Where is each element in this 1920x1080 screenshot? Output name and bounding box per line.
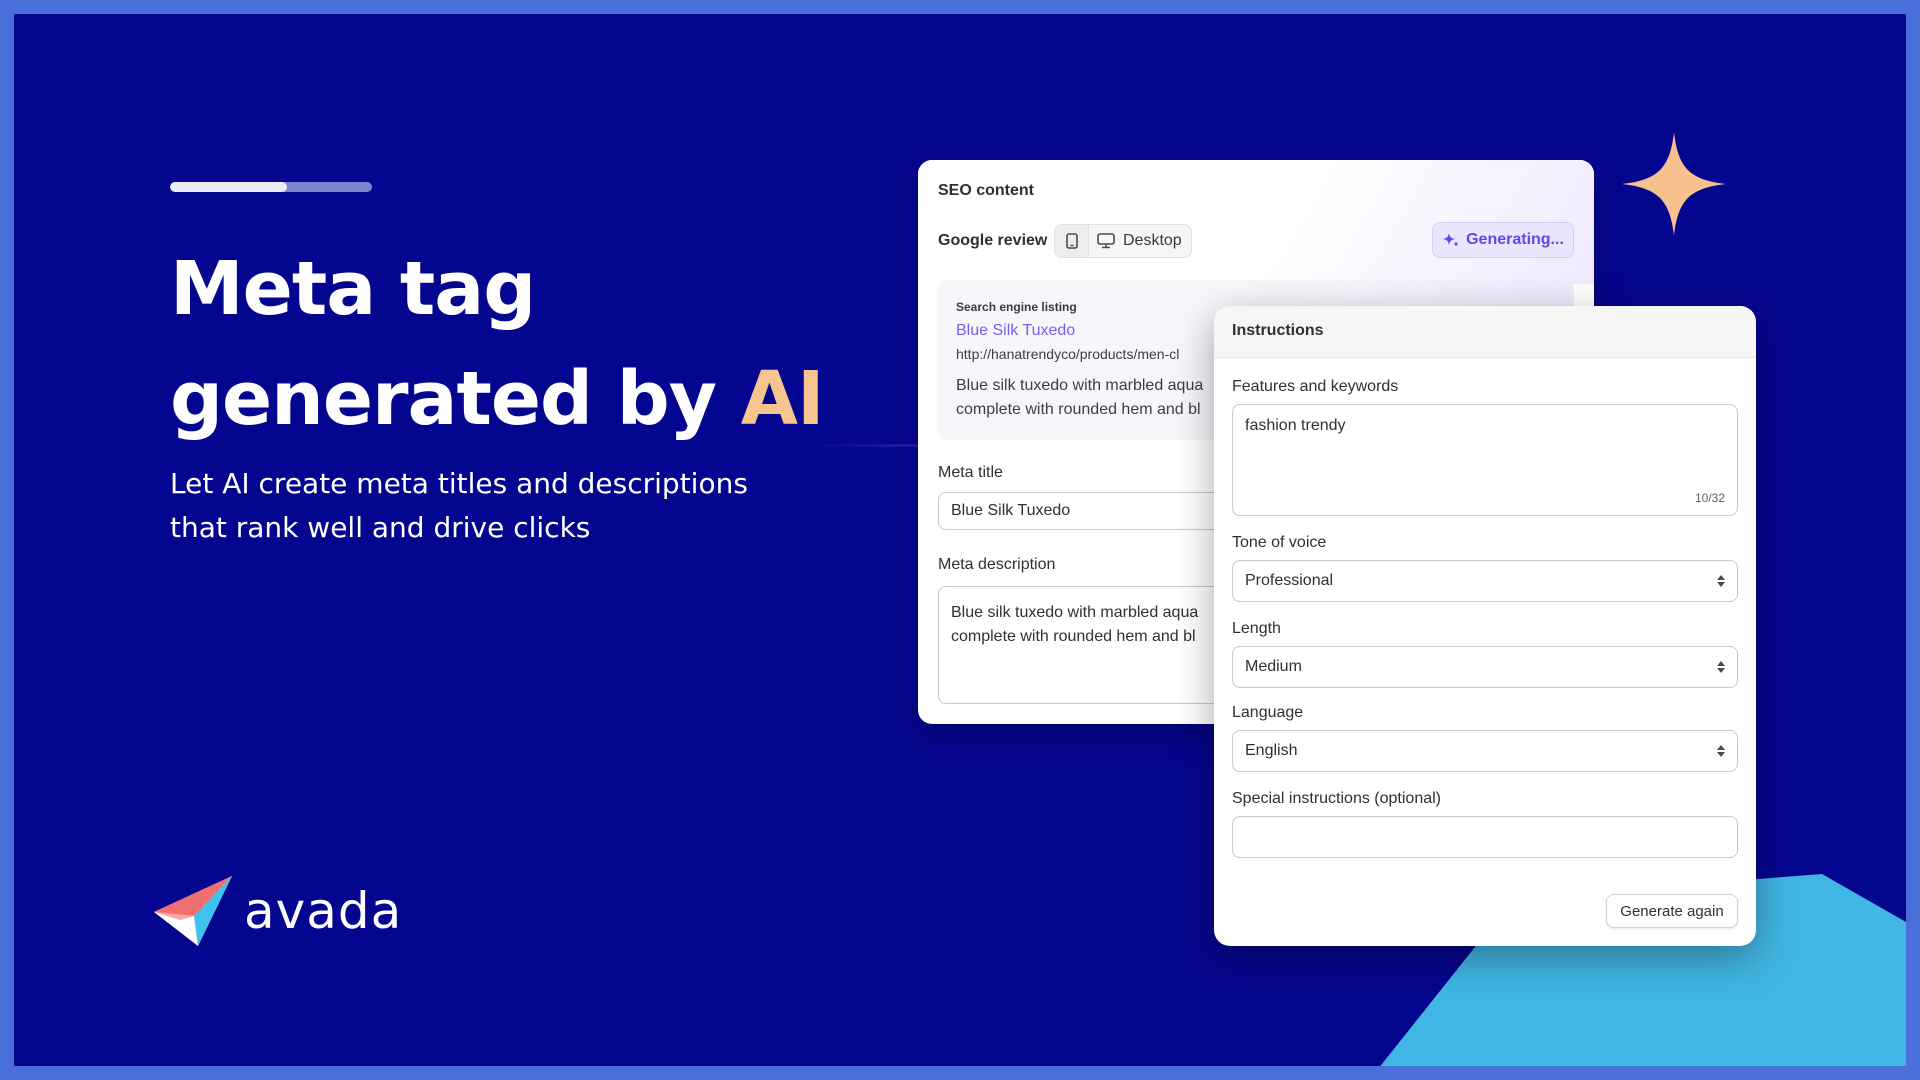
slide-frame: Meta tag generated by AI Let AI create m… bbox=[14, 14, 1906, 1066]
sparkle-star-icon bbox=[1622, 132, 1726, 236]
google-review-label: Google review bbox=[938, 232, 1048, 249]
character-count: 10/32 bbox=[1694, 491, 1725, 505]
listing-description: Blue silk tuxedo with marbled aqua compl… bbox=[956, 377, 1204, 418]
subheadline: Let AI create meta titles and descriptio… bbox=[170, 462, 830, 550]
meta-title-label: Meta title bbox=[938, 464, 1003, 481]
generate-again-button[interactable]: Generate again bbox=[1606, 894, 1738, 928]
special-instructions-label: Special instructions (optional) bbox=[1232, 790, 1441, 807]
language-label: Language bbox=[1232, 704, 1304, 721]
features-keywords-label: Features and keywords bbox=[1232, 378, 1399, 395]
length-value: Medium bbox=[1245, 658, 1302, 675]
generating-label: Generating... bbox=[1466, 231, 1564, 248]
special-instructions-input[interactable] bbox=[1232, 816, 1738, 858]
avada-logo: avada bbox=[154, 876, 402, 946]
instructions-panel: Instructions Features and keywords fashi… bbox=[1214, 306, 1756, 946]
features-keywords-textarea[interactable]: fashion trendy 10/32 bbox=[1232, 404, 1738, 516]
select-arrows-icon bbox=[1717, 561, 1725, 601]
ai-sparkle-icon bbox=[1443, 233, 1460, 247]
device-toggle: Desktop bbox=[1054, 224, 1192, 258]
features-keywords-value: fashion trendy bbox=[1245, 417, 1346, 434]
tone-of-voice-value: Professional bbox=[1245, 572, 1334, 589]
desktop-label: Desktop bbox=[1123, 232, 1182, 249]
headline-prefix: generated by bbox=[170, 356, 741, 442]
slide-progress-bar bbox=[170, 182, 372, 192]
seo-card-title: SEO content bbox=[938, 182, 1035, 199]
instructions-title: Instructions bbox=[1214, 306, 1756, 358]
desktop-icon bbox=[1097, 233, 1115, 249]
meta-description-label: Meta description bbox=[938, 556, 1056, 573]
tone-of-voice-label: Tone of voice bbox=[1232, 534, 1327, 551]
headline: Meta tag generated by AI bbox=[170, 234, 825, 454]
language-select[interactable]: English bbox=[1232, 730, 1738, 772]
length-label: Length bbox=[1232, 620, 1281, 637]
tone-of-voice-select[interactable]: Professional bbox=[1232, 560, 1738, 602]
headline-line-2: generated by AI bbox=[170, 344, 825, 454]
slide-progress-fill bbox=[170, 182, 288, 192]
length-select[interactable]: Medium bbox=[1232, 646, 1738, 688]
mobile-view-button[interactable] bbox=[1055, 225, 1089, 257]
mobile-icon bbox=[1065, 233, 1078, 249]
headline-line-1: Meta tag bbox=[170, 246, 536, 332]
paper-plane-logo-icon bbox=[154, 876, 232, 946]
headline-ai-highlight: AI bbox=[740, 356, 825, 442]
language-value: English bbox=[1245, 742, 1298, 759]
subheadline-line-1: Let AI create meta titles and descriptio… bbox=[170, 467, 748, 500]
meta-description-text: Blue silk tuxedo with marbled aqua compl… bbox=[951, 604, 1199, 645]
select-arrows-icon bbox=[1717, 731, 1725, 771]
generating-button[interactable]: Generating... bbox=[1432, 222, 1574, 258]
subheadline-line-2: that rank well and drive clicks bbox=[170, 511, 591, 544]
select-arrows-icon bbox=[1717, 647, 1725, 687]
desktop-view-button[interactable]: Desktop bbox=[1089, 232, 1182, 250]
logo-wordmark: avada bbox=[244, 882, 403, 940]
